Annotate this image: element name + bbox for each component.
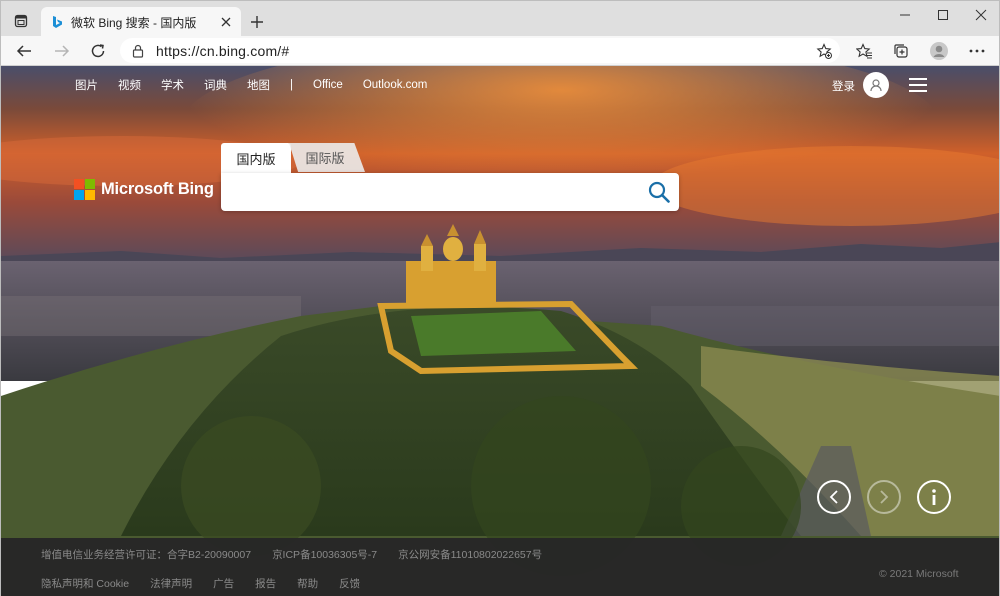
nav-videos[interactable]: 视频 (118, 77, 141, 93)
footer-feedback-link[interactable]: 反馈 (339, 576, 360, 591)
close-tab-button[interactable] (217, 13, 235, 31)
refresh-icon (91, 44, 105, 58)
close-window-button[interactable] (965, 5, 997, 25)
forward-button[interactable] (50, 40, 74, 62)
nav-office[interactable]: Office (313, 79, 343, 91)
microsoft-logo-icon (74, 179, 95, 200)
next-image-button[interactable] (867, 480, 901, 514)
more-icon (969, 49, 985, 53)
maximize-icon (938, 10, 948, 20)
nav-images[interactable]: 图片 (75, 77, 98, 93)
copyright: © 2021 Microsoft (879, 568, 959, 580)
minimize-icon (900, 14, 910, 16)
search-box (221, 173, 679, 211)
plus-icon (251, 16, 263, 28)
background-photo (1, 66, 999, 596)
collections-icon (894, 44, 908, 58)
tab-strip: 微软 Bing 搜索 - 国内版 (0, 0, 1000, 37)
close-icon (221, 17, 231, 27)
hamburger-menu-button[interactable] (909, 78, 927, 92)
favorites-button[interactable] (852, 40, 876, 62)
footer-license[interactable]: 增值电信业务经营许可证：合字B2-20090007 (41, 547, 251, 562)
forward-icon (55, 45, 70, 57)
footer-links-row: 隐私声明和 Cookie 法律声明 广告 报告 帮助 反馈 (41, 576, 381, 591)
nav-academic[interactable]: 学术 (161, 77, 184, 93)
bing-logo[interactable]: Microsoft Bing (74, 179, 214, 200)
footer-legal-link[interactable]: 法律声明 (150, 576, 192, 591)
browser-tab[interactable]: 微软 Bing 搜索 - 国内版 (41, 7, 241, 37)
previous-image-icon (829, 490, 838, 504)
footer-help-link[interactable]: 帮助 (297, 576, 318, 591)
back-icon (16, 45, 31, 57)
footer-police-record[interactable]: 京公网安备11010802022657号 (398, 547, 542, 562)
tab-international[interactable]: 国际版 (289, 143, 365, 172)
search-input[interactable] (231, 177, 631, 207)
footer-report-link[interactable]: 报告 (255, 576, 276, 591)
nav-dictionary[interactable]: 词典 (204, 77, 227, 93)
tab-actions-button[interactable] (10, 10, 32, 32)
page-footer: 增值电信业务经营许可证：合字B2-20090007 京ICP备10036305号… (1, 538, 999, 596)
add-favorite-icon (816, 43, 832, 59)
profile-icon (930, 42, 948, 60)
profile-button[interactable] (927, 40, 951, 62)
settings-more-button[interactable] (965, 40, 989, 62)
footer-privacy-link[interactable]: 隐私声明和 Cookie (41, 576, 129, 591)
search-button[interactable] (647, 180, 671, 204)
previous-image-button[interactable] (817, 480, 851, 514)
nav-separator: | (290, 79, 293, 91)
back-button[interactable] (12, 40, 36, 62)
url-text: https://cn.bing.com/# (156, 42, 290, 59)
nav-maps[interactable]: 地图 (247, 77, 270, 93)
refresh-button[interactable] (86, 40, 110, 62)
image-info-button[interactable] (917, 480, 951, 514)
footer-icp[interactable]: 京ICP备10036305号-7 (272, 547, 377, 562)
user-avatar-icon (870, 79, 882, 92)
hamburger-menu-icon (909, 78, 927, 80)
logo-text: Microsoft Bing (101, 180, 214, 198)
search-icon (648, 181, 670, 203)
footer-license-row: 增值电信业务经营许可证：合字B2-20090007 京ICP备10036305号… (41, 547, 563, 562)
add-favorite-button[interactable] (814, 41, 834, 61)
user-avatar-button[interactable] (863, 72, 889, 98)
tab-title: 微软 Bing 搜索 - 国内版 (71, 15, 197, 30)
bing-favicon-icon (53, 16, 62, 28)
browser-toolbar: https://cn.bing.com/# (0, 36, 1000, 66)
lock-icon (132, 44, 144, 58)
footer-ads-link[interactable]: 广告 (213, 576, 234, 591)
maximize-button[interactable] (927, 5, 959, 25)
tab-actions-icon (14, 14, 28, 28)
info-icon (932, 489, 936, 505)
login-link[interactable]: 登录 (832, 78, 855, 94)
collections-button[interactable] (889, 40, 913, 62)
minimize-button[interactable] (889, 5, 921, 25)
close-window-icon (975, 9, 987, 21)
tab-domestic[interactable]: 国内版 (221, 143, 291, 173)
favorites-icon (855, 43, 872, 59)
next-image-icon (880, 490, 889, 504)
new-tab-button[interactable] (247, 12, 267, 32)
page-viewport: 图片 视频 学术 词典 地图 | Office Outlook.com 登录 M… (0, 66, 1000, 596)
address-bar[interactable]: https://cn.bing.com/# (120, 38, 840, 63)
top-navigation: 图片 视频 学术 词典 地图 | Office Outlook.com (65, 77, 437, 93)
nav-outlook[interactable]: Outlook.com (363, 79, 428, 91)
